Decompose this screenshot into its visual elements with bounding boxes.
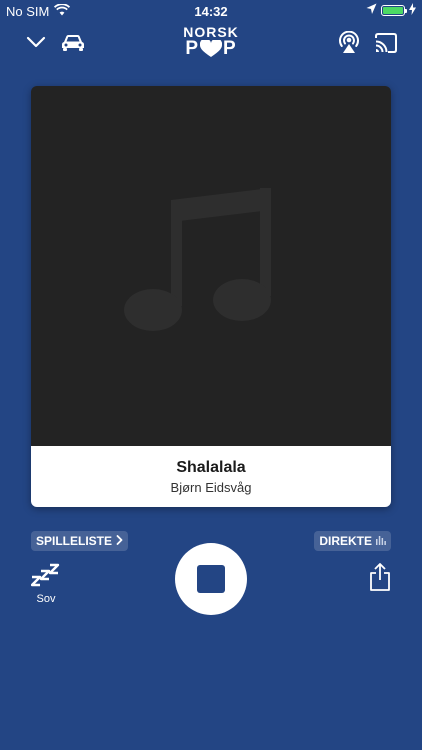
- charging-bolt-icon: [409, 3, 416, 18]
- car-icon[interactable]: [60, 33, 86, 58]
- status-bar: No SIM 14:32: [0, 0, 422, 22]
- chevron-down-icon[interactable]: [26, 35, 46, 54]
- sleep-timer-button[interactable]: Sov: [30, 563, 61, 605]
- chevron-right-icon: [116, 534, 123, 548]
- equalizer-icon: [376, 534, 386, 548]
- logo-letter-left: P: [185, 38, 199, 59]
- live-button[interactable]: DIREKTE: [314, 531, 391, 551]
- playlist-label: SPILLELISTE: [36, 534, 113, 548]
- live-label: DIREKTE: [319, 534, 372, 548]
- location-arrow-icon: [366, 3, 377, 18]
- cast-icon[interactable]: [374, 33, 398, 58]
- sleep-label: Sov: [36, 593, 56, 605]
- logo-text-top: NORSK: [183, 24, 239, 40]
- album-artwork: [31, 86, 391, 446]
- logo-letter-right: P: [223, 38, 237, 59]
- playlist-button[interactable]: SPILLELISTE: [31, 531, 129, 551]
- music-note-icon: [124, 188, 271, 331]
- track-info: Shalalala Bjørn Eidsvåg: [31, 446, 391, 507]
- now-playing-card: Shalalala Bjørn Eidsvåg: [31, 86, 391, 507]
- share-icon[interactable]: [369, 563, 391, 596]
- track-title: Shalalala: [176, 459, 246, 476]
- logo-text-bottom: P P: [175, 38, 247, 59]
- track-artist: Bjørn Eidsvåg: [170, 480, 252, 495]
- airplay-icon[interactable]: [337, 30, 361, 60]
- norsk-pop-logo: NORSK P P: [175, 25, 247, 59]
- battery-icon: [381, 5, 407, 16]
- heart-icon: [199, 38, 223, 58]
- status-time: 14:32: [194, 4, 228, 19]
- stop-icon: [197, 565, 225, 593]
- sleep-zzz-icon: [30, 563, 61, 592]
- stop-button[interactable]: [175, 543, 247, 615]
